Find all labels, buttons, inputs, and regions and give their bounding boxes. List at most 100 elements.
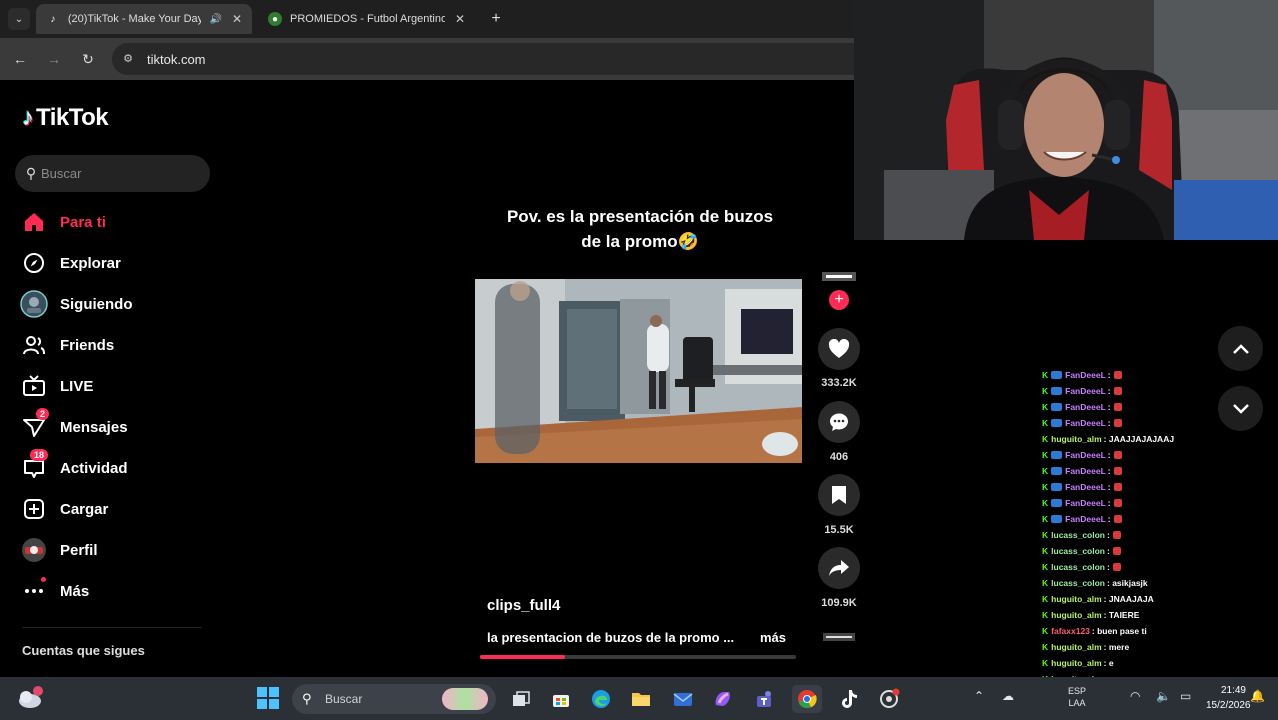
- tab-tiktok[interactable]: ♪ (20)TikTok - Make Your Day 🔊 ✕: [36, 4, 252, 34]
- file-explorer-icon[interactable]: [626, 685, 656, 713]
- chat-message: Khuguito_alm: e: [1042, 656, 1114, 670]
- subscriber-badge-icon: [1051, 483, 1063, 491]
- kick-logo-icon: K: [1042, 434, 1049, 444]
- chat-username: FanDeeeL: [1065, 450, 1106, 460]
- taskbar-search-box[interactable]: ⚲ Buscar: [292, 684, 496, 714]
- chat-emote-icon: [1113, 483, 1122, 491]
- notification-bell-icon[interactable]: 🔔: [1250, 689, 1265, 703]
- comment-button[interactable]: [818, 401, 860, 443]
- sidebar-item-friends[interactable]: Friends: [18, 328, 114, 362]
- speaker-icon[interactable]: 🔊: [209, 14, 221, 25]
- chat-text: : e: [1103, 658, 1114, 668]
- chat-text: :: [1107, 482, 1111, 492]
- sidebar-item-live[interactable]: LIVE: [18, 369, 93, 403]
- screen: ⌄ ♪ (20)TikTok - Make Your Day 🔊 ✕ ● PRO…: [0, 0, 1278, 720]
- save-count: 15.5K: [824, 524, 854, 536]
- chat-message: Khuguito_alm: JNAAJAJA: [1042, 592, 1154, 606]
- comment-count: 406: [829, 451, 849, 463]
- clock-time: 21:49: [1220, 685, 1246, 696]
- chat-text: :: [1107, 370, 1111, 380]
- sidebar-item-label: Explorar: [60, 254, 121, 272]
- close-tab-icon[interactable]: ✕: [455, 12, 465, 26]
- wifi-icon[interactable]: ◠: [1130, 689, 1140, 703]
- sidebar-item-mensajes[interactable]: 2 Mensajes: [18, 408, 128, 444]
- video-author[interactable]: clips_full4: [487, 597, 560, 614]
- tiktok-app-icon[interactable]: [834, 685, 864, 713]
- mail-app-icon[interactable]: [668, 685, 698, 713]
- onedrive-cloud-icon[interactable]: ☁: [1002, 689, 1014, 703]
- video-frame-image: [475, 279, 802, 463]
- sidebar-item-mas[interactable]: Más: [18, 574, 89, 608]
- language-indicator[interactable]: ESP LAA: [1068, 685, 1086, 709]
- video-player[interactable]: [475, 279, 802, 463]
- kick-logo-icon: K: [1042, 546, 1049, 556]
- profile-avatar-icon: [18, 534, 50, 566]
- tray-overflow-chevron-icon[interactable]: ⌃: [974, 689, 984, 703]
- video-progress-bar[interactable]: [480, 655, 796, 659]
- chat-message: K FanDeeeL:: [1042, 480, 1122, 494]
- follow-plus-button[interactable]: +: [829, 290, 849, 310]
- kick-logo-icon: K: [1042, 386, 1049, 396]
- chat-text: :: [1107, 466, 1111, 476]
- kick-logo-icon: K: [1042, 578, 1049, 588]
- like-button[interactable]: [818, 328, 860, 370]
- share-button[interactable]: [818, 547, 860, 589]
- chat-message: Khuguito_alm: TAIERE: [1042, 608, 1139, 622]
- chat-text: : TAIERE: [1103, 610, 1140, 620]
- kick-logo-icon: K: [1042, 658, 1049, 668]
- chat-emote-icon: [1113, 387, 1122, 395]
- sidebar-item-explorar[interactable]: Explorar: [18, 246, 121, 280]
- chat-emote-icon: [1113, 515, 1122, 523]
- sidebar-item-actividad[interactable]: 18 Actividad: [18, 449, 128, 485]
- copilot-icon[interactable]: [708, 685, 738, 713]
- tab-promiedos[interactable]: ● PROMIEDOS - Futbol Argentino ✕: [258, 4, 480, 34]
- search-icon: ⚲: [302, 691, 312, 706]
- forward-arrow-icon[interactable]: →: [44, 49, 64, 69]
- address-bar[interactable]: ⚙ tiktok.com: [112, 43, 860, 75]
- logo-text: TikTok: [36, 104, 109, 131]
- volume-icon[interactable]: 🔈: [1156, 689, 1171, 703]
- activity-icon: 18: [18, 449, 50, 484]
- new-tab-plus-icon[interactable]: +: [486, 8, 506, 30]
- search-input[interactable]: ⚲ Buscar: [15, 155, 210, 192]
- chat-username: FanDeeeL: [1065, 466, 1106, 476]
- edge-browser-icon[interactable]: [586, 685, 616, 713]
- recorder-app-icon[interactable]: [874, 685, 904, 713]
- sidebar-item-para-ti[interactable]: Para ti: [18, 205, 106, 239]
- windows-start-icon[interactable]: [256, 686, 280, 710]
- chat-username: FanDeeeL: [1065, 482, 1106, 492]
- weather-widget-icon[interactable]: [16, 685, 44, 711]
- kick-logo-icon: K: [1042, 370, 1049, 380]
- sidebar-item-cargar[interactable]: Cargar: [18, 492, 108, 526]
- chat-text: : mere: [1103, 642, 1130, 652]
- reload-icon[interactable]: ↻: [78, 49, 98, 69]
- microsoft-store-icon[interactable]: [546, 685, 576, 713]
- more-link[interactable]: más: [760, 630, 786, 645]
- sidebar-item-label: Cargar: [60, 500, 109, 518]
- task-view-icon[interactable]: [506, 685, 536, 713]
- sidebar-item-siguiendo[interactable]: Siguiendo: [18, 287, 133, 321]
- activity-badge: 18: [30, 449, 49, 461]
- send-icon: 2: [18, 408, 50, 443]
- battery-icon[interactable]: ▭: [1180, 689, 1191, 703]
- tiktok-logo[interactable]: ♪ TikTok: [22, 104, 109, 132]
- music-disc-icon[interactable]: [822, 628, 856, 648]
- teams-icon[interactable]: [750, 685, 780, 713]
- sidebar-item-perfil[interactable]: Perfil: [18, 533, 98, 567]
- chat-text: : JAAJJAJAJAAJ: [1103, 434, 1175, 444]
- chat-message: Kfafaxx123: buen pase ti: [1042, 624, 1147, 638]
- like-count: 333.2K: [821, 377, 857, 389]
- tab-search-chevron-icon[interactable]: ⌄: [8, 8, 30, 30]
- chat-message: Klucass_colon:: [1042, 528, 1121, 542]
- site-settings-icon[interactable]: ⚙: [120, 51, 136, 67]
- system-clock[interactable]: 21:49 15/2/2026: [1206, 683, 1251, 713]
- bookmark-icon: [832, 486, 846, 504]
- back-arrow-icon[interactable]: ←: [10, 49, 30, 69]
- messages-badge: 2: [36, 408, 50, 420]
- close-tab-icon[interactable]: ✕: [232, 12, 242, 26]
- save-button[interactable]: [818, 474, 860, 516]
- chat-username: huguito_alm: [1051, 594, 1102, 604]
- chat-text: :: [1107, 546, 1110, 556]
- chat-message: Klucass_colon: asikjasjk: [1042, 576, 1148, 590]
- chrome-icon[interactable]: [792, 685, 822, 713]
